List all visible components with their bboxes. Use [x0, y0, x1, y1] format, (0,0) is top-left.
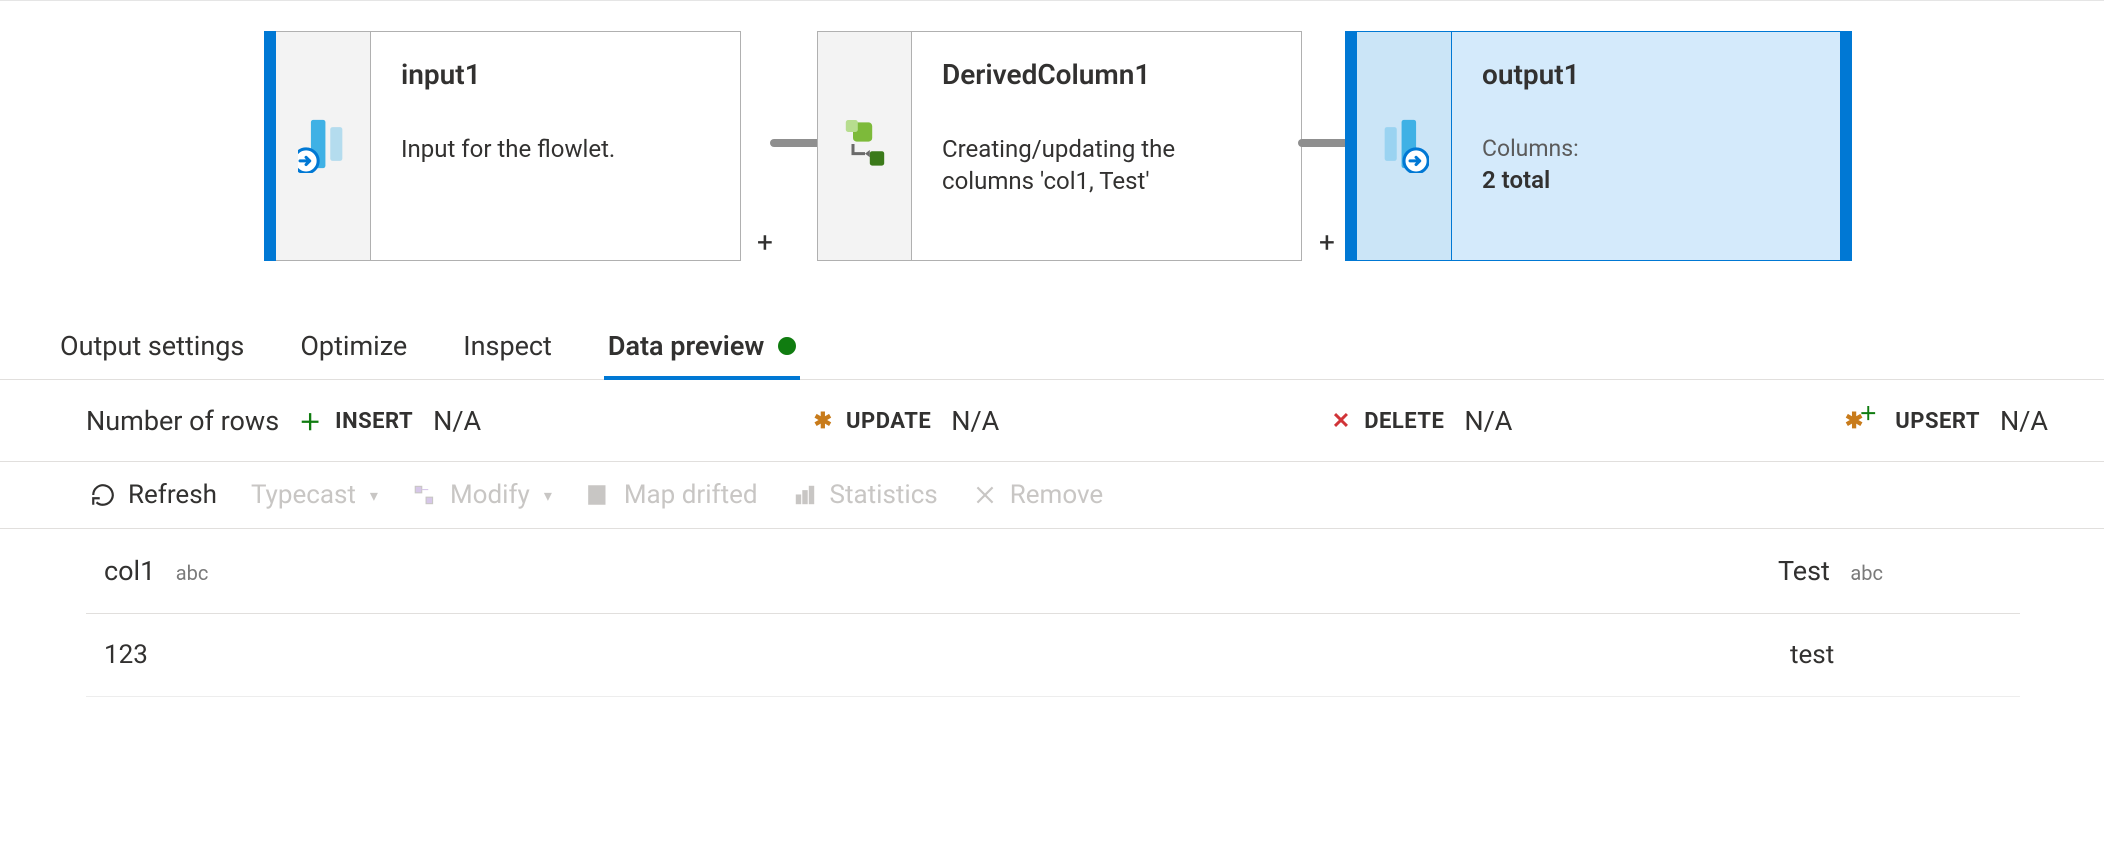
stat-insert: ＋ INSERT N/A — [299, 405, 481, 437]
flowlet-input-icon — [298, 115, 348, 177]
column-header-col1[interactable]: col1 abc — [86, 529, 1760, 614]
stat-delete: ✕ DELETE N/A — [1332, 405, 1513, 437]
node-description: Input for the flowlet. — [401, 133, 710, 165]
table-row[interactable]: 123 test — [86, 614, 2020, 697]
node-title: output1 — [1482, 58, 1810, 91]
modify-button: Modify▾ — [412, 480, 552, 510]
node-output1[interactable]: output1 Columns: 2 total — [1345, 31, 1852, 261]
tab-label: Data preview — [608, 330, 764, 362]
column-header-test[interactable]: Test abc — [1760, 529, 2020, 614]
remove-button: Remove — [972, 480, 1103, 510]
dataflow-canvas[interactable]: input1 Input for the flowlet. + — [0, 0, 2104, 246]
cell-col1: 123 — [86, 614, 1760, 697]
stat-update: ✱ UPDATE N/A — [814, 405, 1000, 437]
statistics-button: Statistics — [792, 480, 938, 510]
preview-toolbar: Refresh Typecast▾ Modify▾ Map drifted St… — [0, 462, 2104, 529]
map-drifted-button: Map drifted — [586, 480, 758, 510]
type-badge: abc — [176, 561, 209, 585]
node-handle[interactable] — [264, 31, 276, 261]
tab-data-preview[interactable]: Data preview — [604, 330, 800, 380]
tab-output-settings[interactable]: Output settings — [56, 330, 248, 380]
node-title: DerivedColumn1 — [942, 58, 1271, 91]
tab-inspect[interactable]: Inspect — [459, 330, 556, 380]
refresh-button[interactable]: Refresh — [90, 480, 217, 510]
columns-label: Columns: — [1482, 133, 1810, 164]
cell-test: test — [1760, 614, 2020, 697]
bottom-tabs: Output settings Optimize Inspect Data pr… — [0, 322, 2104, 380]
stat-upsert: ✱＋ UPSERT N/A — [1845, 405, 2048, 437]
row-stats: Number of rows ＋ INSERT N/A ✱ UPDATE N/A… — [0, 380, 2104, 462]
x-icon: ✕ — [1332, 409, 1350, 434]
node-description: Creating/updating the columns 'col1, Tes… — [942, 133, 1271, 198]
tab-optimize[interactable]: Optimize — [296, 330, 411, 380]
status-dot-icon — [778, 337, 796, 355]
flowlet-output-icon — [1379, 115, 1429, 177]
upsert-icon: ✱＋ — [1845, 408, 1881, 434]
table-header-row: col1 abc Test abc — [86, 529, 2020, 614]
node-handle[interactable] — [1345, 31, 1357, 261]
columns-total: 2 total — [1482, 164, 1810, 196]
data-preview-table: col1 abc Test abc 123 test — [86, 529, 2020, 697]
asterisk-icon: ✱ — [814, 409, 832, 434]
node-input1[interactable]: input1 Input for the flowlet. — [264, 31, 741, 261]
derived-column-icon — [841, 120, 889, 172]
rows-label: Number of rows — [86, 405, 279, 437]
plus-icon: ＋ — [299, 405, 321, 437]
type-badge: abc — [1850, 561, 1883, 585]
node-derivedcolumn1[interactable]: DerivedColumn1 Creating/updating the col… — [817, 31, 1302, 261]
node-title: input1 — [401, 58, 710, 91]
typecast-button: Typecast▾ — [251, 480, 378, 510]
add-transform-button[interactable]: + — [750, 229, 780, 259]
add-transform-button[interactable]: + — [1312, 229, 1342, 259]
